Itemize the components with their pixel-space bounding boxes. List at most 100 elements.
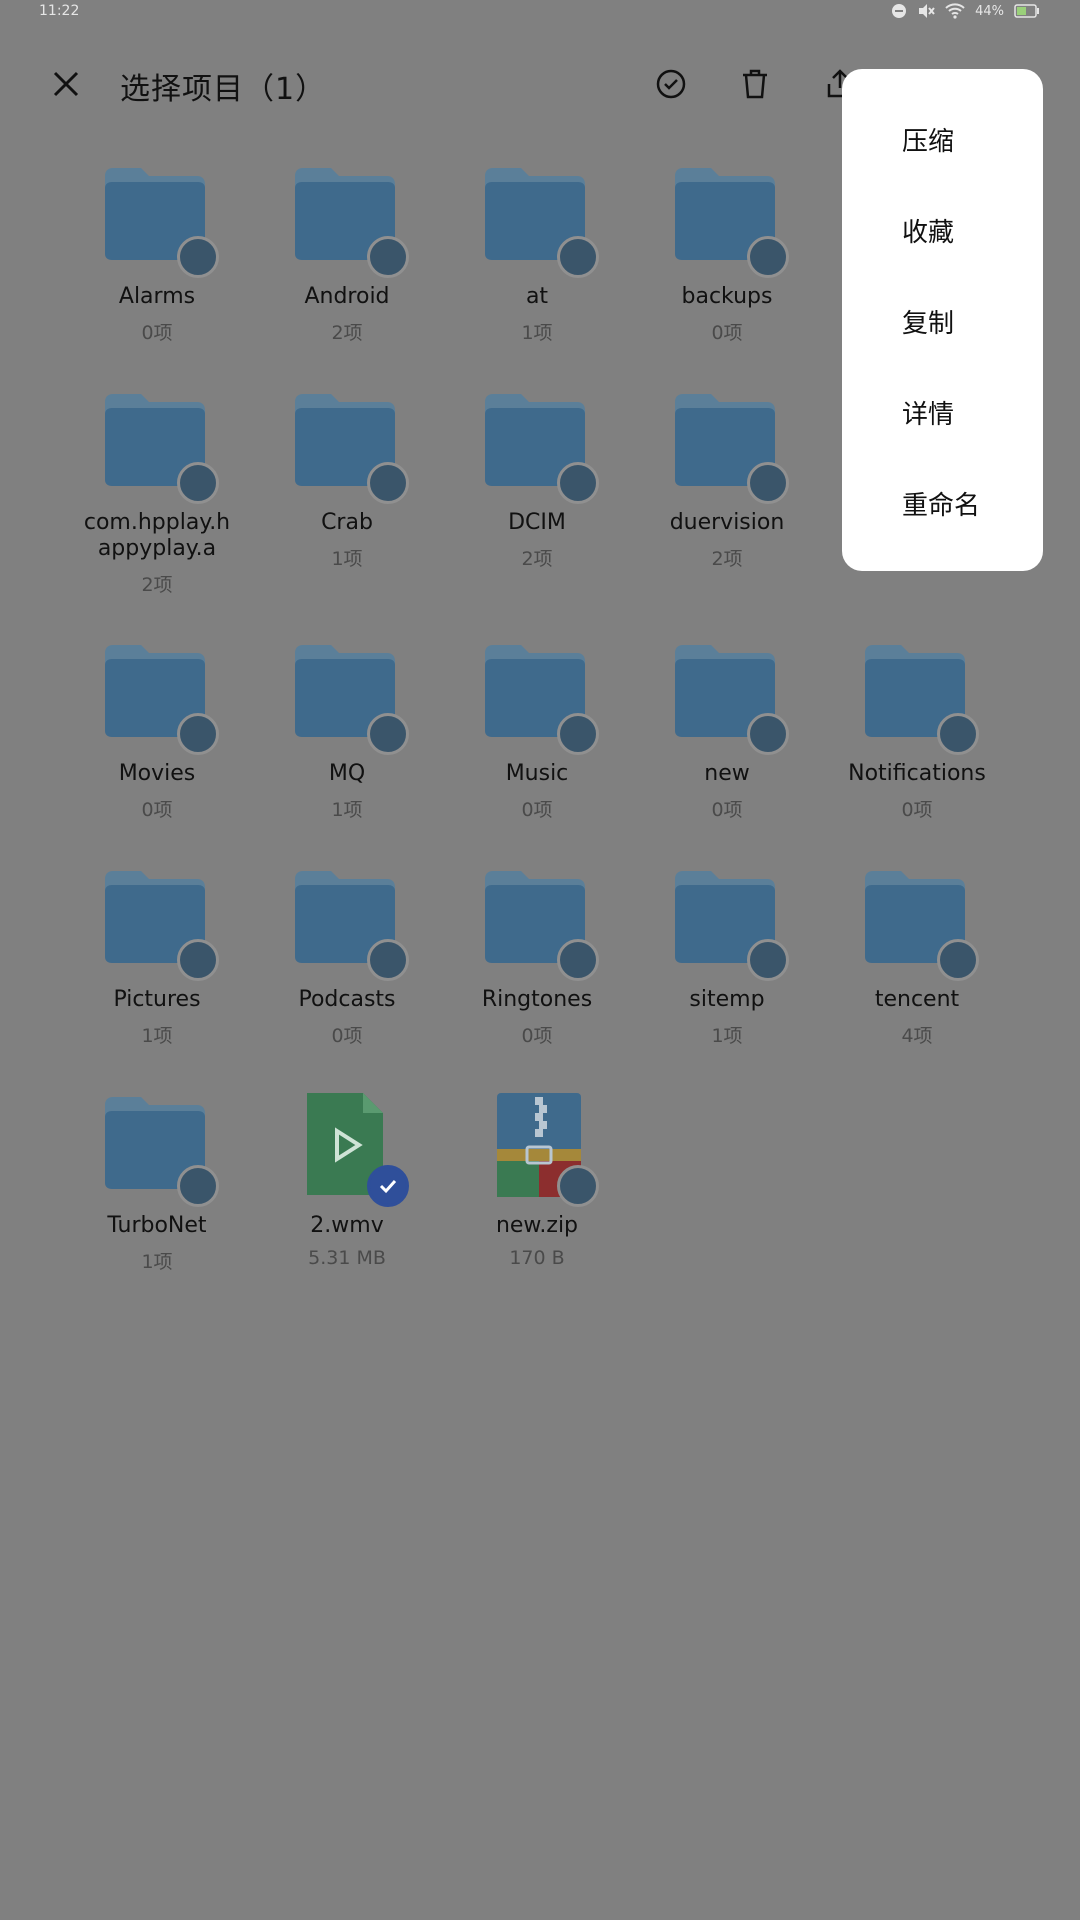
item-meta: 2项	[331, 322, 363, 344]
folder-icon	[857, 863, 979, 981]
folder-icon	[477, 863, 599, 981]
select-checkbox[interactable]	[557, 713, 599, 755]
select-checkbox[interactable]	[747, 462, 789, 504]
item-meta: 4项	[901, 1025, 933, 1047]
folder-icon	[477, 637, 599, 755]
select-checkbox[interactable]	[367, 236, 409, 278]
grid-item[interactable]: Android 2项	[252, 160, 442, 345]
select-checkbox[interactable]	[177, 939, 219, 981]
item-name: Ringtones	[481, 987, 593, 1012]
item-meta: 0项	[711, 799, 743, 821]
item-meta: 170 B	[509, 1247, 565, 1269]
folder-icon	[287, 386, 409, 504]
select-checkbox[interactable]	[937, 713, 979, 755]
item-name: Podcasts	[298, 987, 396, 1012]
item-name: Android	[304, 284, 390, 309]
folder-icon	[857, 637, 979, 755]
menu-item-rename[interactable]: 重命名	[902, 485, 980, 522]
item-name: backups	[681, 284, 773, 309]
grid-item[interactable]: Alarms 0项	[62, 160, 252, 345]
item-name: Crab	[321, 510, 373, 535]
menu-item-copy[interactable]: 复制	[902, 303, 954, 340]
menu-item-favorite[interactable]: 收藏	[902, 212, 954, 249]
folder-icon	[667, 386, 789, 504]
grid-item[interactable]: new 0项	[632, 637, 822, 822]
check-icon	[379, 1179, 397, 1194]
item-name: Pictures	[113, 987, 201, 1012]
item-name: sitemp	[689, 987, 765, 1012]
item-meta: 2项	[711, 548, 743, 570]
item-name: tencent	[874, 987, 960, 1012]
folder-icon	[287, 637, 409, 755]
item-meta: 0项	[331, 1025, 363, 1047]
grid-item[interactable]: Notifications 0项	[822, 637, 1012, 822]
item-meta: 1项	[711, 1025, 743, 1047]
select-checkbox[interactable]	[937, 939, 979, 981]
item-meta: 5.31 MB	[308, 1247, 386, 1269]
item-name: Music	[505, 761, 569, 786]
grid-item[interactable]: new.zip 170 B	[442, 1089, 632, 1269]
folder-icon	[97, 160, 219, 278]
item-meta: 0项	[141, 322, 173, 344]
folder-icon	[477, 386, 599, 504]
item-name: new	[704, 761, 750, 786]
item-name: Movies	[118, 761, 196, 786]
select-checkbox[interactable]	[557, 462, 599, 504]
item-name: Alarms	[118, 284, 196, 309]
grid-item[interactable]: MQ 1项	[252, 637, 442, 822]
item-meta: 1项	[331, 799, 363, 821]
item-name: duervision	[669, 510, 785, 535]
item-meta: 0项	[521, 1025, 553, 1047]
item-meta: 2项	[141, 574, 173, 596]
grid-item[interactable]: Podcasts 0项	[252, 863, 442, 1048]
selected-checkbox[interactable]	[367, 1165, 409, 1207]
select-checkbox[interactable]	[557, 236, 599, 278]
select-checkbox[interactable]	[747, 236, 789, 278]
grid-item[interactable]: TurboNet 1项	[62, 1089, 252, 1274]
grid-item[interactable]: sitemp 1项	[632, 863, 822, 1048]
select-checkbox[interactable]	[177, 462, 219, 504]
grid-item[interactable]: DCIM 2项	[442, 386, 632, 571]
menu-item-compress[interactable]: 压缩	[902, 121, 954, 158]
select-checkbox[interactable]	[557, 1165, 599, 1207]
item-meta: 1项	[331, 548, 363, 570]
item-meta: 2项	[521, 548, 553, 570]
item-name: DCIM	[508, 510, 566, 535]
folder-icon	[97, 863, 219, 981]
select-checkbox[interactable]	[557, 939, 599, 981]
item-name: new.zip	[495, 1213, 579, 1238]
grid-item[interactable]: backups 0项	[632, 160, 822, 345]
select-checkbox[interactable]	[367, 713, 409, 755]
folder-icon	[667, 637, 789, 755]
grid-item[interactable]: com.hpplay.happyplay.a 2项	[62, 386, 252, 597]
folder-icon	[667, 160, 789, 278]
folder-icon	[287, 863, 409, 981]
select-checkbox[interactable]	[747, 939, 789, 981]
grid-item[interactable]: tencent 4项	[822, 863, 1012, 1048]
grid-item[interactable]: at 1项	[442, 160, 632, 345]
item-name: TurboNet	[107, 1213, 207, 1238]
folder-icon	[477, 160, 599, 278]
item-name: 2.wmv	[310, 1213, 384, 1238]
select-checkbox[interactable]	[367, 462, 409, 504]
video-file-icon	[287, 1089, 409, 1207]
select-checkbox[interactable]	[747, 713, 789, 755]
item-name: Notifications	[848, 761, 986, 786]
zip-file-icon	[477, 1089, 599, 1207]
item-meta: 0项	[901, 799, 933, 821]
select-checkbox[interactable]	[177, 1165, 219, 1207]
grid-item[interactable]: Music 0项	[442, 637, 632, 822]
grid-item[interactable]: duervision 2项	[632, 386, 822, 571]
grid-item[interactable]: Crab 1项	[252, 386, 442, 571]
select-checkbox[interactable]	[177, 713, 219, 755]
select-checkbox[interactable]	[177, 236, 219, 278]
folder-icon	[97, 637, 219, 755]
grid-item[interactable]: 2.wmv 5.31 MB	[252, 1089, 442, 1269]
grid-item[interactable]: Movies 0项	[62, 637, 252, 822]
grid-item[interactable]: Ringtones 0项	[442, 863, 632, 1048]
menu-item-details[interactable]: 详情	[902, 394, 954, 431]
item-meta: 0项	[141, 799, 173, 821]
item-meta: 1项	[521, 322, 553, 344]
select-checkbox[interactable]	[367, 939, 409, 981]
grid-item[interactable]: Pictures 1项	[62, 863, 252, 1048]
